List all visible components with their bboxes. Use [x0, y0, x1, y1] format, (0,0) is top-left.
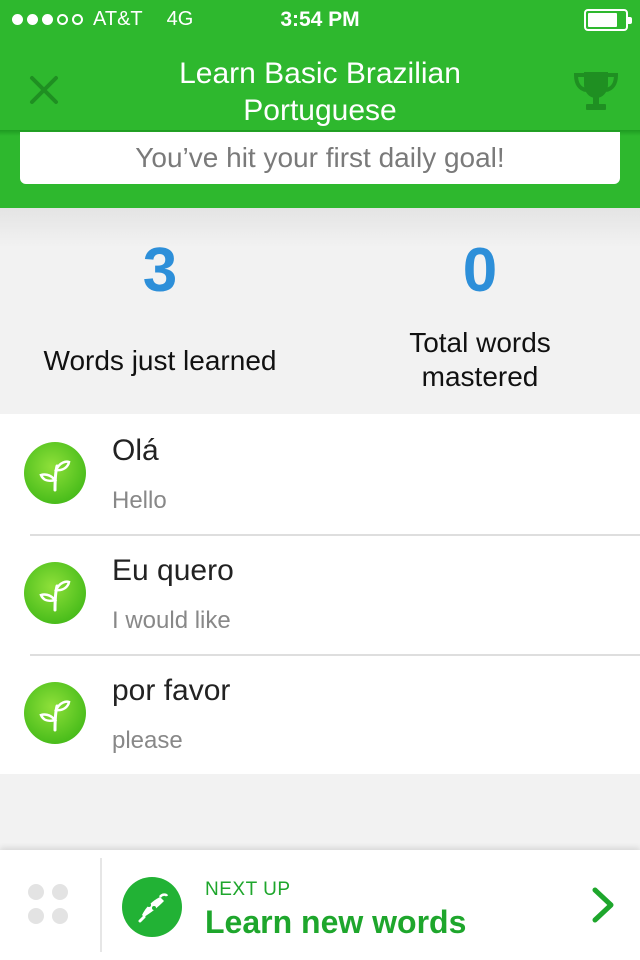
words-mastered-label: Total words mastered: [409, 327, 551, 392]
menu-dot: [52, 908, 68, 924]
words-mastered-count: 0: [462, 236, 498, 305]
word-term: Olá: [112, 434, 159, 467]
list-item[interactable]: Eu quero I would like: [0, 534, 640, 654]
sprout-icon: [24, 562, 86, 624]
list-item[interactable]: Olá Hello: [0, 414, 640, 534]
close-icon[interactable]: [24, 70, 64, 110]
word-term: por favor: [112, 674, 231, 707]
sprout-icon: [24, 682, 86, 744]
menu-dot: [52, 884, 68, 900]
sprout-icon: [24, 442, 86, 504]
menu-dot: [28, 908, 44, 924]
page-title: Learn Basic Brazilian Portuguese: [179, 57, 461, 127]
next-up-bar[interactable]: NEXT UP Learn new words: [0, 850, 640, 960]
status-bar: AT&T 4G 3:54 PM: [0, 0, 640, 40]
words-learned-label: Words just learned: [43, 345, 277, 376]
words-learned-count: 3: [142, 236, 178, 305]
divider: [100, 858, 102, 952]
chevron-right-icon[interactable]: [588, 885, 618, 925]
word-definition: I would like: [112, 607, 231, 634]
stat-words-mastered: 0 Total words mastered: [320, 236, 640, 394]
menu-dots-icon[interactable]: [28, 884, 72, 928]
word-definition: please: [112, 727, 183, 754]
stat-words-learned: 3 Words just learned: [0, 236, 320, 378]
menu-dot: [28, 884, 44, 900]
daily-goal-banner: You’ve hit your first daily goal!: [20, 132, 620, 184]
status-time: 3:54 PM: [280, 8, 360, 31]
next-up-label: NEXT UP: [205, 879, 291, 900]
word-term: Eu quero: [112, 554, 234, 587]
watering-can-icon[interactable]: [122, 877, 182, 937]
stats-panel: 3 Words just learned 0 Total words maste…: [0, 208, 640, 414]
nav-header: Learn Basic Brazilian Portuguese: [0, 40, 640, 132]
trophy-icon[interactable]: [568, 62, 624, 118]
battery-icon: [584, 9, 632, 31]
word-definition: Hello: [112, 487, 167, 514]
next-up-title[interactable]: Learn new words: [205, 904, 466, 941]
word-list: Olá Hello Eu quero I would like por favo…: [0, 414, 640, 774]
battery-level: [588, 13, 617, 27]
list-item[interactable]: por favor please: [0, 654, 640, 774]
